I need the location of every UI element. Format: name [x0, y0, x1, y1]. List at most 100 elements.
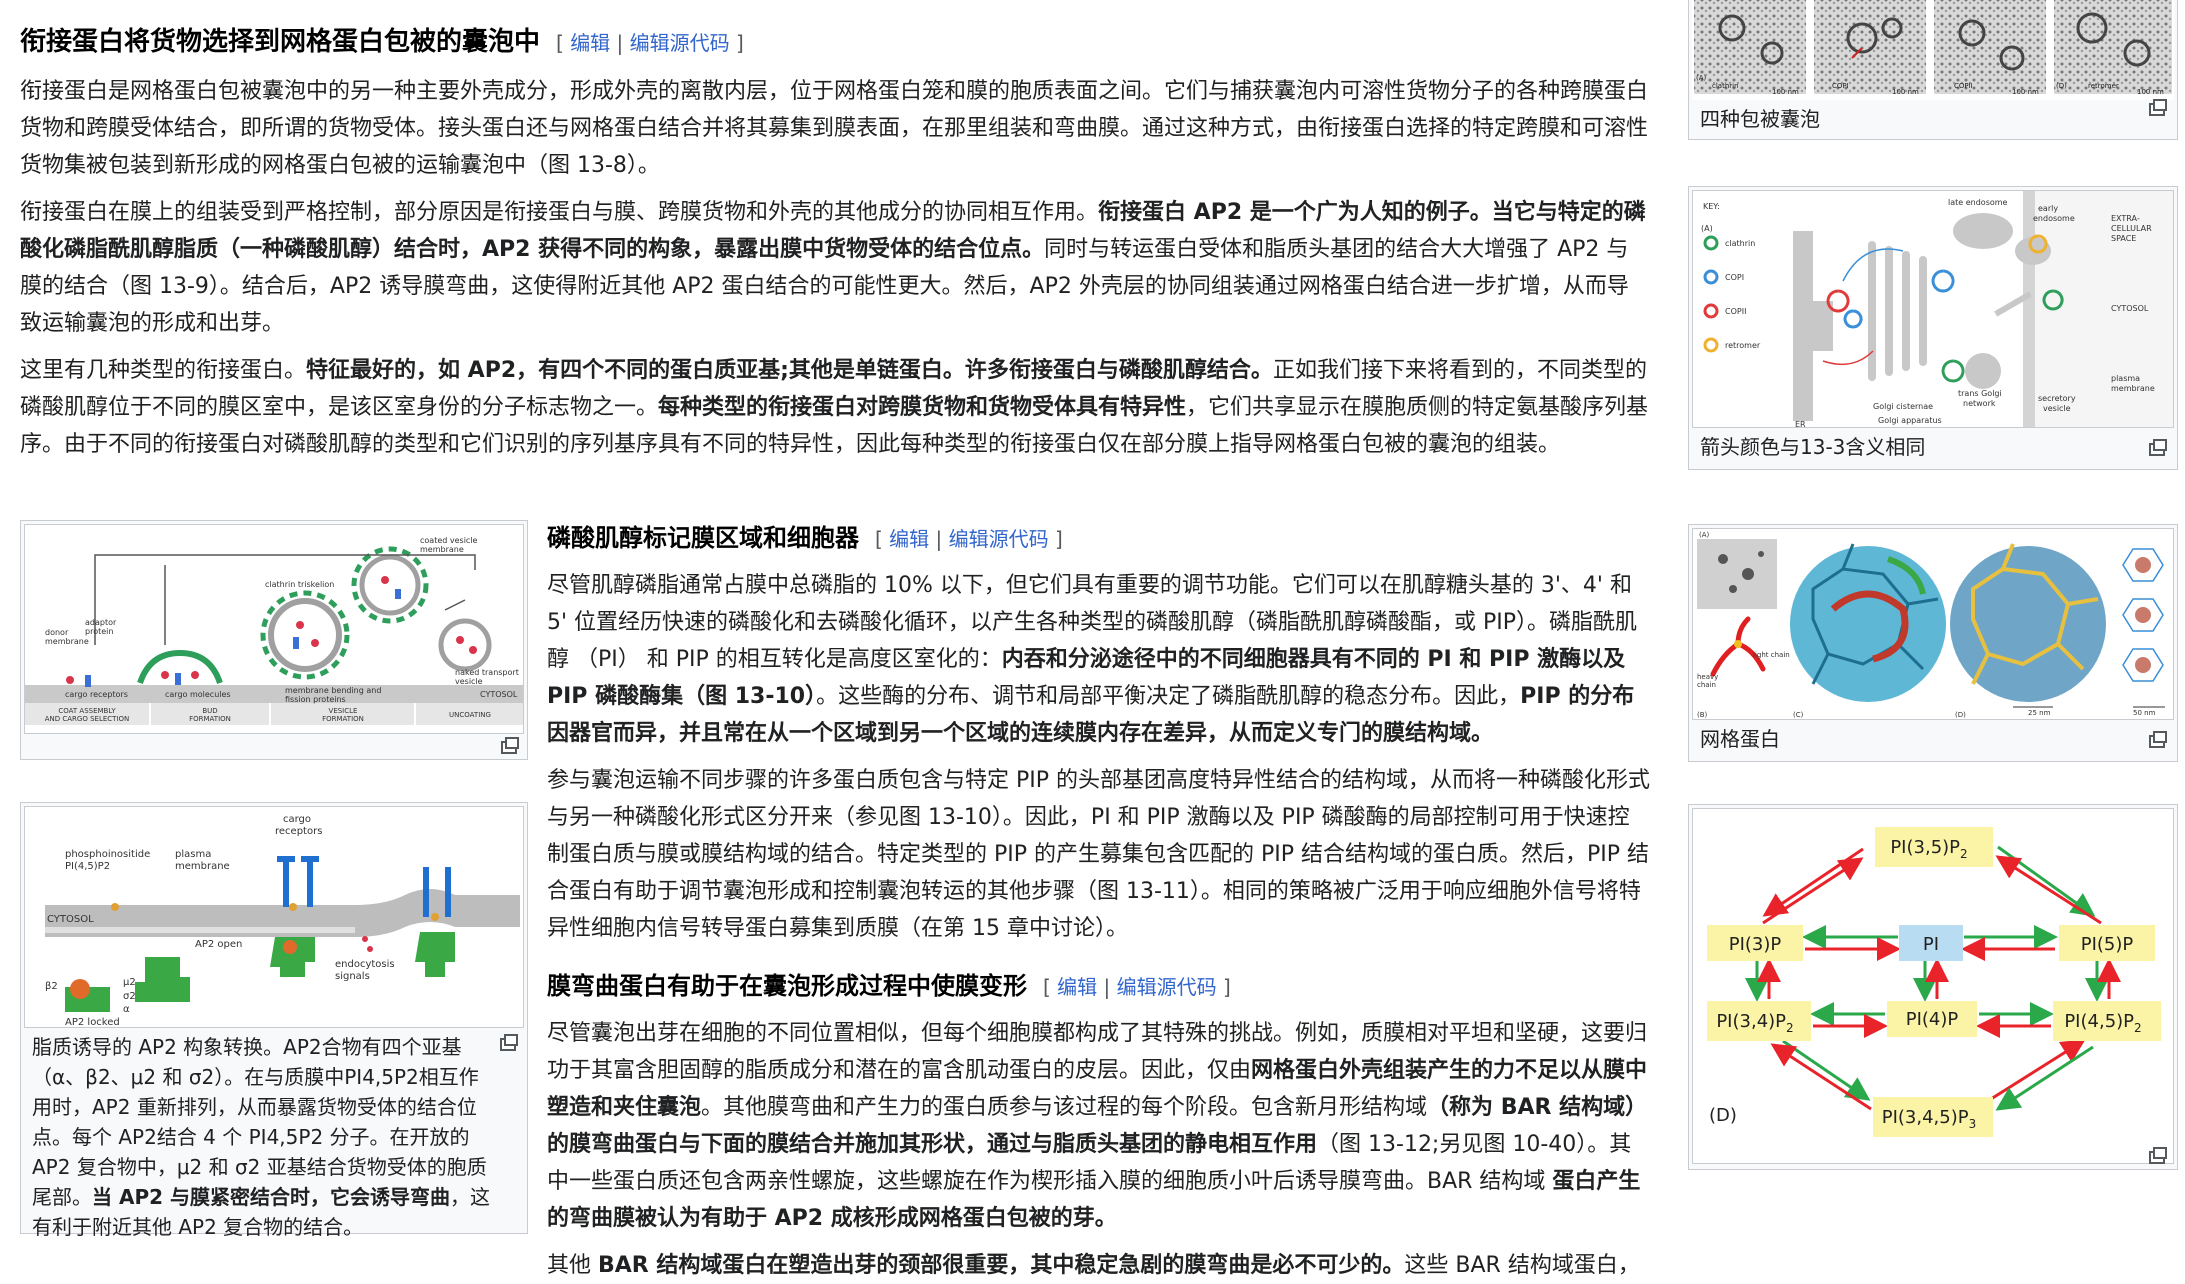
label-secretory-vesicle: secretory [2038, 394, 2076, 403]
label-stage-coat-assembly: COAT ASSEMBLY [58, 707, 116, 715]
label-sigma2: σ2 [123, 991, 136, 1002]
node-pi3p: PI(3)P [1729, 934, 1782, 955]
coat-assembly-diagram[interactable]: donor membrane adaptor protein clathrin … [24, 524, 524, 734]
key-item-copii: COPII [1725, 307, 1746, 316]
micrograph-scale: 100 nm [1772, 88, 1799, 96]
edit-links: [ 编辑 | 编辑源代码 ] [875, 527, 1063, 551]
pip-svg: PI(3,5)P2 PI(3)P PI PI(5)P PI(3,4)P2 PI(… [1707, 827, 2161, 1137]
paragraph: 这里有几种类型的衔接蛋白。特征最好的，如 AP2，有四个不同的蛋白质亚基;其他是… [20, 358, 1649, 457]
section-title: 衔接蛋白将货物选择到网格蛋白包被的囊泡中 [20, 27, 541, 57]
node-pi5p: PI(5)P [2081, 934, 2134, 955]
transport-pathways-diagram[interactable]: (A) KEY: clathrin COPI COPII retromer la… [1692, 190, 2174, 428]
label-cytosol: CYTOSOL [480, 690, 518, 699]
label-panel: (A) [1701, 224, 1713, 233]
label-plasma-membrane: plasma [2111, 374, 2140, 383]
pathways-svg: (A) KEY: clathrin COPI COPII retromer la… [1701, 191, 2173, 428]
label-adaptor-protein-2: protein [85, 627, 113, 636]
label-panel-b: (B) [1697, 711, 1708, 719]
micrograph-label-copii: COPII [1954, 82, 1973, 90]
label-trans-golgi: trans Golgi [1958, 389, 2002, 398]
label-golgi-cisternae: Golgi cisternae [1873, 402, 1933, 411]
label-heavy-chain-2: chain [1697, 681, 1716, 689]
micrograph-scale: 100 nm [2137, 88, 2164, 96]
label-alpha: α [123, 1004, 130, 1015]
label-bending-proteins: membrane bending and [285, 686, 381, 695]
label-early-endosome-2: endosome [2033, 214, 2075, 223]
label-panel-a: (A) [1699, 531, 1710, 539]
label-cargo-molecules: cargo molecules [165, 690, 231, 699]
label-extracellular-3: SPACE [2111, 234, 2136, 243]
figure-clathrin: light chain heavy chain (B) (C) (D) 25 n… [1688, 524, 2178, 762]
label-late-endosome: late endosome [1948, 198, 2008, 207]
enlarge-icon[interactable] [2149, 99, 2167, 116]
label-mu2: μ2 [123, 977, 136, 988]
figure-transport-pathways: (A) KEY: clathrin COPI COPII retromer la… [1688, 186, 2178, 470]
figure-caption: 箭头颜色与13-3含义相同 [1700, 435, 1926, 459]
micrograph-scale: 100 nm [2012, 88, 2039, 96]
key-item-copi: COPI [1725, 273, 1744, 282]
edit-source-link[interactable]: 编辑源代码 [949, 527, 1049, 551]
label-cargo-receptors: cargo [283, 814, 311, 825]
node-pi34p2: PI(3,4)P2 [1716, 1011, 1793, 1035]
label-plasma-membrane-2: membrane [2111, 384, 2155, 393]
enlarge-icon[interactable] [2149, 731, 2167, 748]
enlarge-icon[interactable] [500, 1034, 518, 1051]
coated-vesicles-micrographs[interactable]: (A) clathrin COPI COPII (D) retromer 100… [1692, 0, 2174, 100]
label-clathrin-triskelion: clathrin triskelion [265, 580, 334, 589]
label-coated-vesicle: coated vesicle [420, 536, 478, 545]
section-heading: 衔接蛋白将货物选择到网格蛋白包被的囊泡中 [ 编辑 | 编辑源代码 ] [20, 22, 1650, 63]
label-pi45p2: PI(4,5)P2 [65, 861, 110, 872]
section-title: 膜弯曲蛋白有助于在囊泡形成过程中使膜变形 [547, 972, 1027, 1000]
section-adaptor-proteins: 衔接蛋白将货物选择到网格蛋白包被的囊泡中 [ 编辑 | 编辑源代码 ] 衔接蛋白是… [20, 22, 1650, 463]
clathrin-structure[interactable]: light chain heavy chain (B) (C) (D) 25 n… [1692, 528, 2174, 720]
micrograph-label-d: (D) [2056, 82, 2067, 90]
edit-links: [ 编辑 | 编辑源代码 ] [556, 31, 744, 55]
figure-caption: 四种包被囊泡 [1700, 107, 1820, 131]
label-heavy-chain: heavy [1697, 673, 1718, 681]
micrograph-scale: 100 nm [1892, 88, 1919, 96]
label-secretory-vesicle-2: vesicle [2043, 404, 2071, 413]
micrograph-panel-a: (A) [1696, 74, 1707, 82]
enlarge-icon[interactable] [2149, 1147, 2167, 1164]
label-golgi-apparatus: Golgi apparatus [1878, 416, 1942, 425]
section-title: 磷酸肌醇标记膜区域和细胞器 [547, 524, 859, 552]
enlarge-icon[interactable] [501, 737, 519, 754]
figure-ap2: phosphoinositide PI(4,5)P2 plasma membra… [20, 802, 528, 1239]
label-extracellular-2: CELLULAR [2111, 224, 2152, 233]
edit-link[interactable]: 编辑 [570, 31, 610, 55]
ap2-svg: phosphoinositide PI(4,5)P2 plasma membra… [45, 814, 520, 1027]
edit-source-link[interactable]: 编辑源代码 [630, 31, 730, 55]
label-early-endosome: early [2038, 204, 2058, 213]
label-trans-golgi-2: network [1963, 399, 1996, 408]
edit-source-link[interactable]: 编辑源代码 [1117, 975, 1217, 999]
node-pi45p2: PI(4,5)P2 [2064, 1011, 2141, 1035]
paragraph: 参与囊泡运输不同步骤的许多蛋白质包含与特定 PIP 的头部基团高度特异性结合的结… [547, 768, 1651, 941]
label-donor-membrane: donor [45, 628, 69, 637]
edit-link[interactable]: 编辑 [1057, 975, 1097, 999]
micrograph-label-copi: COPI [1832, 82, 1849, 90]
edit-links: [ 编辑 | 编辑源代码 ] [1043, 975, 1231, 999]
label-panel-d: (D) [1709, 1105, 1737, 1126]
label-stage-bud-2: FORMATION [189, 715, 231, 723]
figure-caption: 脂质诱导的 AP2 构象转换。AP2合物有四个亚基（α、β2、μ2 和 σ2）。… [24, 1028, 524, 1244]
key-title: KEY: [1703, 202, 1720, 211]
paragraph: 衔接蛋白在膜上的组装受到严格控制，部分原因是衔接蛋白与膜、跨膜货物和外壳的其他成… [20, 200, 1646, 336]
label-naked-vesicle: naked transport [455, 668, 519, 677]
label-er: ER [1795, 420, 1806, 428]
label-light-chain: light chain [1753, 651, 1790, 659]
label-cytosol: CYTOSOL [47, 914, 94, 925]
label-donor-membrane-2: membrane [45, 637, 89, 646]
edit-link[interactable]: 编辑 [889, 527, 929, 551]
ap2-diagram[interactable]: phosphoinositide PI(4,5)P2 plasma membra… [24, 806, 524, 1028]
node-pi345p3: PI(3,4,5)P3 [1882, 1107, 1977, 1131]
node-pi4p: PI(4)P [1906, 1009, 1959, 1030]
pip-interconversion-diagram[interactable]: PI(3,5)P2 PI(3)P PI PI(5)P PI(3,4)P2 PI(… [1692, 808, 2174, 1164]
label-adaptor-protein: adaptor [85, 618, 117, 627]
section-heading: 磷酸肌醇标记膜区域和细胞器 [ 编辑 | 编辑源代码 ] [547, 518, 1650, 559]
label-scale-50nm: 50 nm [2133, 709, 2156, 717]
page: 衔接蛋白将货物选择到网格蛋白包被的囊泡中 [ 编辑 | 编辑源代码 ] 衔接蛋白是… [0, 0, 2185, 1278]
figure-pip-interconversion: PI(3,5)P2 PI(3)P PI PI(5)P PI(3,4)P2 PI(… [1688, 804, 2178, 1170]
enlarge-icon[interactable] [2149, 439, 2167, 456]
label-stage-vesicle-2: FORMATION [322, 715, 364, 723]
label-plasma-membrane: plasma [175, 849, 211, 860]
